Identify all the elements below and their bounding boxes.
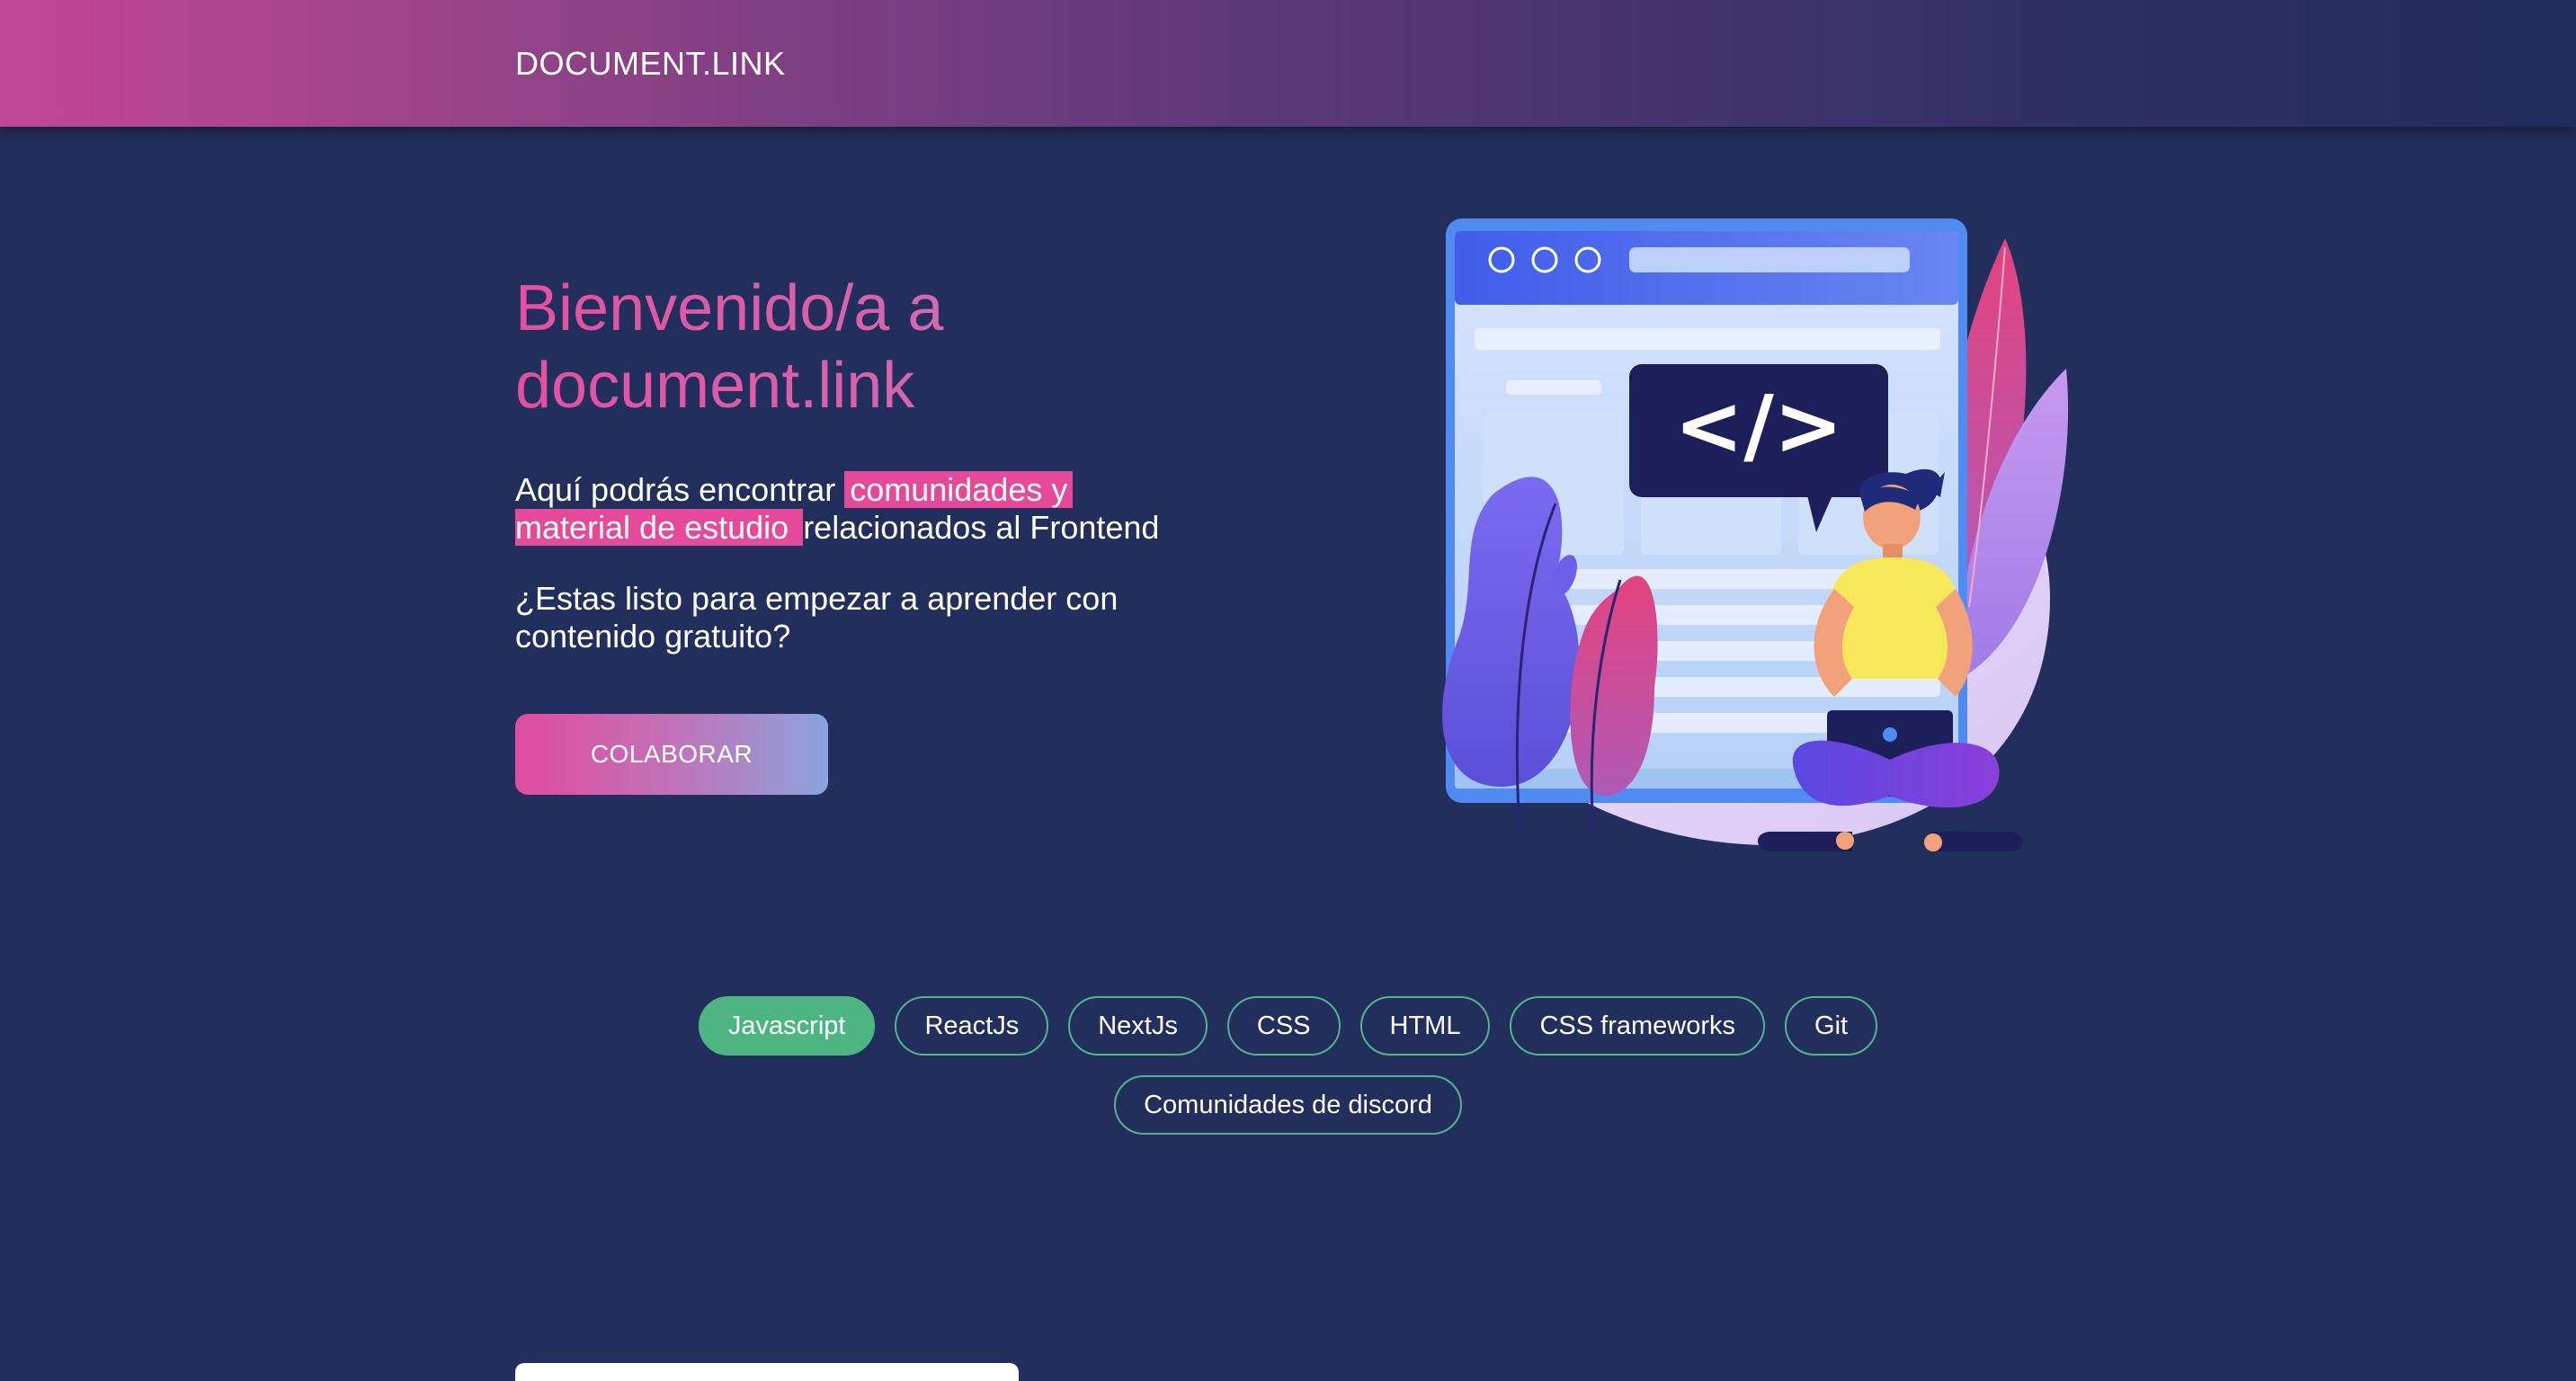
tag-javascript[interactable]: Javascript — [698, 996, 876, 1056]
content-card-peek — [515, 1363, 1019, 1381]
tag-css[interactable]: CSS — [1226, 996, 1341, 1056]
tag-css-frameworks[interactable]: CSS frameworks — [1510, 996, 1766, 1056]
tag-git[interactable]: Git — [1785, 996, 1878, 1056]
intro-highlight-1: comunidades y — [844, 471, 1074, 508]
hero-title-line2: document.link — [515, 350, 915, 422]
code-tag-icon: </> — [1674, 378, 1843, 474]
hero-title-line1: Bienvenido/a a — [515, 272, 944, 344]
developer-illustration: </> — [1442, 218, 2069, 851]
intro-text-before: Aquí podrás encontrar — [515, 471, 845, 508]
intro-highlight-2: material de estudio — [515, 509, 804, 546]
brand-logo-link[interactable]: DOCUMENT.LINK — [515, 45, 786, 83]
tag-reactjs[interactable]: ReactJs — [895, 996, 1049, 1056]
tag-html[interactable]: HTML — [1359, 996, 1491, 1056]
top-navbar: DOCUMENT.LINK — [0, 0, 2576, 127]
hero-intro: Aquí podrás encontrar comunidades y mater… — [515, 471, 1235, 547]
intro-text-after: relacionados al Frontend — [803, 509, 1160, 546]
hero-question: ¿Estas listo para empezar a aprender con… — [515, 580, 1119, 655]
hero-title: Bienvenido/a a document.link — [515, 270, 1235, 424]
tag-nextjs[interactable]: NextJs — [1068, 996, 1208, 1056]
topic-tags: Javascript ReactJs NextJs CSS HTML CSS f… — [629, 996, 1947, 1135]
colaborar-button[interactable]: COLABORAR — [515, 714, 828, 795]
tag-comunidades-de-discord[interactable]: Comunidades de discord — [1114, 1075, 1462, 1135]
